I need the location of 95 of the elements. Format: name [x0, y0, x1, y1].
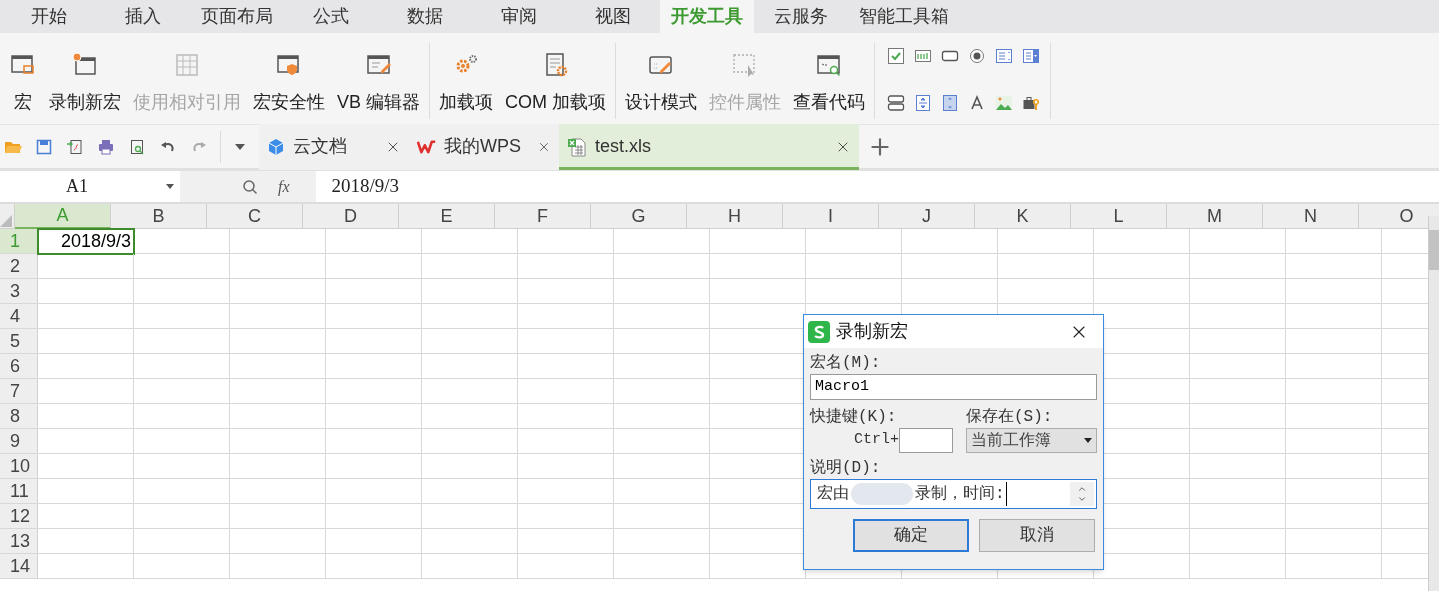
column-header[interactable]: H: [687, 204, 783, 229]
column-header[interactable]: I: [783, 204, 879, 229]
ribbon-button[interactable]: 设计模式: [620, 43, 702, 119]
zoom-icon[interactable]: [242, 178, 258, 195]
text-box-icon: [914, 47, 932, 65]
ribbon-button[interactable]: 宏: [4, 43, 42, 119]
row-header[interactable]: 13: [0, 529, 38, 553]
document-tab-label: test.xls: [595, 135, 651, 158]
menu-tab[interactable]: 云服务: [754, 0, 848, 33]
dialog-title: 录制新宏: [836, 320, 908, 343]
toolbox-icon: [1022, 94, 1040, 112]
row-header[interactable]: 10: [0, 454, 38, 478]
label-icon: [968, 94, 986, 112]
print-preview-icon: [128, 137, 146, 156]
dropdown-caret-icon[interactable]: [235, 143, 245, 150]
column-header[interactable]: D: [303, 204, 399, 229]
ribbon-button[interactable]: 查看代码: [788, 43, 870, 119]
row-header[interactable]: 5: [0, 329, 38, 353]
column-header[interactable]: N: [1263, 204, 1359, 229]
document-tab[interactable]: test.xls: [559, 123, 859, 170]
menu-tab[interactable]: 公式: [284, 0, 378, 33]
spin-button-icon: [914, 94, 932, 112]
field-label: 保存在(S):: [966, 407, 1054, 428]
document-tab-label: 我的WPS: [444, 135, 522, 158]
menu-tab[interactable]: 开始: [2, 0, 96, 33]
document-tab-label: 云文档: [293, 135, 347, 158]
row-header[interactable]: 6: [0, 354, 38, 378]
scrollbar[interactable]: [1428, 216, 1439, 591]
cube-icon: [267, 137, 285, 156]
formula-field[interactable]: 2018/9/3: [315, 171, 1439, 202]
shortcut-prefix: Ctrl+: [854, 430, 899, 451]
column-header[interactable]: K: [975, 204, 1071, 229]
dropdown-caret-icon: [1084, 438, 1092, 443]
menu-tab[interactable]: 视图: [566, 0, 660, 33]
print-icon: [97, 137, 115, 156]
row-header[interactable]: 12: [0, 504, 38, 528]
export-document-icon: [66, 137, 84, 156]
save-icon: [35, 137, 53, 156]
spreadsheet-file-icon: [567, 136, 587, 157]
combo-box-icon: [1022, 47, 1040, 65]
row-header[interactable]: 7: [0, 379, 38, 403]
down-icon: [1077, 494, 1087, 504]
w-logo-icon: [417, 137, 437, 156]
radio-icon: [968, 47, 986, 65]
app-logo-icon: [808, 320, 830, 343]
description-text: 宏由: [817, 483, 849, 505]
column-header[interactable]: B: [111, 204, 207, 229]
column-header[interactable]: M: [1167, 204, 1263, 229]
row-header[interactable]: 9: [0, 429, 38, 453]
up-icon: [1077, 484, 1087, 494]
ribbon-button[interactable]: 宏安全性: [248, 43, 330, 119]
save-in-dropdown[interactable]: 当前工作簿: [966, 428, 1097, 453]
function-button[interactable]: fx: [278, 174, 290, 199]
dialog-button[interactable]: 取消: [979, 519, 1095, 552]
dialog-button[interactable]: 确定: [853, 519, 969, 552]
list-box-icon: [995, 47, 1013, 65]
row-header[interactable]: 11: [0, 479, 38, 503]
column-header[interactable]: F: [495, 204, 591, 229]
ribbon-button[interactable]: 录制新宏: [44, 43, 126, 119]
grid-icon: [173, 51, 201, 79]
name-box[interactable]: A1: [0, 171, 180, 202]
menu-tab[interactable]: 审阅: [472, 0, 566, 33]
document-tab[interactable]: 云文档: [259, 123, 409, 170]
row-header[interactable]: 3: [0, 279, 38, 303]
ribbon-button[interactable]: COM 加载项: [500, 43, 611, 119]
document-tab[interactable]: 我的WPS: [409, 123, 559, 170]
column-header[interactable]: C: [207, 204, 303, 229]
image-icon: [995, 94, 1013, 112]
column-header[interactable]: J: [879, 204, 975, 229]
field-label: 宏名(M):: [810, 352, 882, 374]
row-header[interactable]: 14: [0, 554, 38, 578]
field-label: 快捷键(K):: [810, 407, 898, 428]
ribbon-button[interactable]: 加载项: [434, 43, 498, 119]
description-field[interactable]: 宏由 录制，时间:: [810, 479, 1097, 509]
macro-name-field[interactable]: Macro1: [810, 374, 1097, 400]
row-header[interactable]: 2: [0, 254, 38, 278]
group-box-icon: [887, 94, 905, 112]
column-header[interactable]: E: [399, 204, 495, 229]
menu-tab[interactable]: 插入: [96, 0, 190, 33]
menu-tab[interactable]: 页面布局: [190, 0, 284, 33]
ribbon-button[interactable]: VB 编辑器: [332, 43, 425, 119]
column-header[interactable]: L: [1071, 204, 1167, 229]
description-text: 录制，时间:: [915, 482, 1007, 506]
blurred-text: [851, 483, 913, 505]
table-cell[interactable]: 2018/9/3: [37, 228, 135, 255]
menu-tab[interactable]: 智能工具箱: [848, 0, 960, 33]
scroll-bar-icon: [941, 94, 959, 112]
checkbox-icon: [887, 47, 905, 65]
row-header[interactable]: 8: [0, 404, 38, 428]
shortcut-field[interactable]: [899, 428, 953, 453]
column-header[interactable]: G: [591, 204, 687, 229]
row-header[interactable]: 4: [0, 304, 38, 328]
dropdown-caret-icon: [166, 184, 174, 189]
field-label: 说明(D):: [810, 458, 882, 479]
menu-tab[interactable]: 数据: [378, 0, 472, 33]
